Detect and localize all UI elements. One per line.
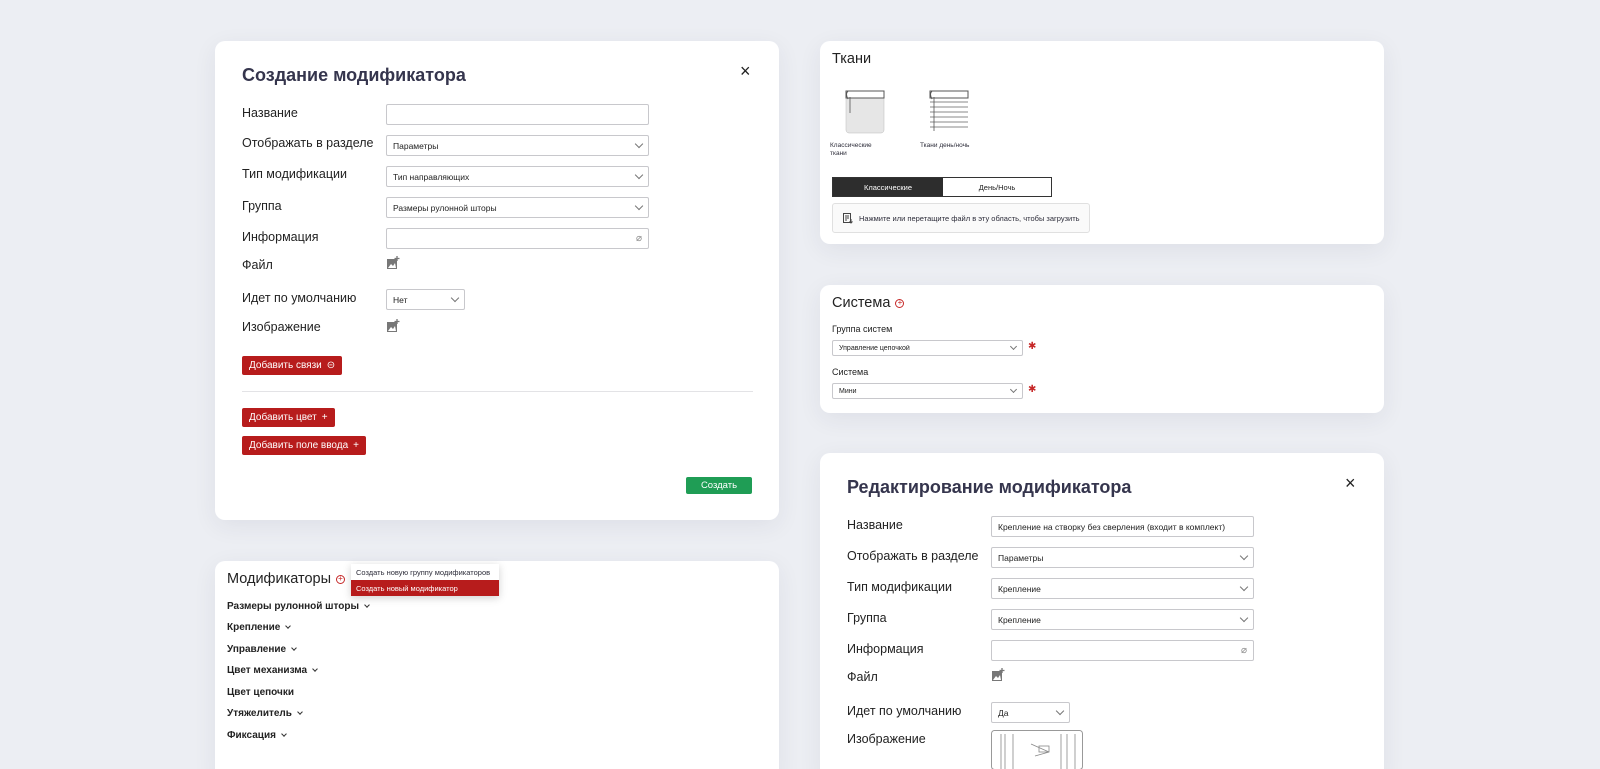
gear-icon[interactable]: ✱ xyxy=(1028,342,1036,352)
chevron-down-icon xyxy=(1239,613,1249,623)
modal-title: Редактирование модификатора xyxy=(847,477,1132,497)
edit-modifier-modal: Редактирование модификатора × Название К… xyxy=(820,453,1384,769)
plus-icon: + xyxy=(321,412,328,423)
add-image-icon[interactable] xyxy=(386,256,400,270)
fabric-tabs: Классические День/Ночь xyxy=(832,177,1052,197)
add-modifier-menu: Создать новую группу модификаторов Созда… xyxy=(351,564,499,596)
system-group-select[interactable]: Управление цепочкой xyxy=(832,340,1023,356)
paperclip-icon[interactable]: ⌀ xyxy=(636,233,642,244)
close-icon[interactable]: × xyxy=(1345,474,1356,492)
chevron-down-icon xyxy=(297,709,303,715)
fabrics-card: Ткани Классические ткани Ткани день/ночь… xyxy=(820,41,1384,244)
menu-item-new-modifier[interactable]: Создать новый модификатор xyxy=(351,580,499,596)
group-label: Группа xyxy=(847,611,887,625)
add-image-icon[interactable] xyxy=(386,319,400,333)
type-label: Тип модификации xyxy=(847,580,952,594)
fabric-option-label: Ткани день/ночь xyxy=(920,142,970,149)
add-image-icon[interactable] xyxy=(991,668,1005,682)
chevron-down-icon xyxy=(291,645,297,651)
type-label: Тип модификации xyxy=(242,167,347,181)
classic-fabric-icon xyxy=(845,90,885,134)
day-night-fabric-icon xyxy=(929,90,969,131)
fabric-option-classic[interactable]: Классические ткани xyxy=(830,87,890,159)
tab-day-night[interactable]: День/Ночь xyxy=(943,178,1051,196)
group-select[interactable]: Крепление xyxy=(991,609,1254,630)
chevron-down-icon xyxy=(312,666,318,672)
info-input[interactable]: ⌀ xyxy=(386,228,649,249)
chevron-down-icon xyxy=(634,170,644,180)
system-group-label: Группа систем xyxy=(832,324,893,334)
chevron-down-icon xyxy=(1009,342,1018,351)
modifier-group-item[interactable]: Управление xyxy=(227,644,297,655)
chevron-down-icon xyxy=(634,139,644,149)
close-icon[interactable]: × xyxy=(740,62,751,80)
info-label: Информация xyxy=(847,642,924,656)
modifier-group-item[interactable]: Утяжелитель xyxy=(227,708,303,719)
menu-item-new-group[interactable]: Создать новую группу модификаторов xyxy=(351,564,499,580)
modifier-group-item[interactable]: Крепление xyxy=(227,622,292,633)
modifier-group-item[interactable]: Цвет цепочки xyxy=(227,687,294,698)
modifier-group-item[interactable]: Цвет механизма xyxy=(227,665,318,676)
modifiers-title: Модификаторы + xyxy=(227,571,346,587)
name-input[interactable]: Крепление на створку без сверления (вход… xyxy=(991,516,1254,537)
section-select[interactable]: Параметры xyxy=(991,547,1254,568)
info-input[interactable]: ⌀ xyxy=(991,640,1254,661)
chevron-down-icon xyxy=(364,602,370,608)
default-label: Идет по умолчанию xyxy=(847,704,962,718)
name-input[interactable] xyxy=(386,104,649,125)
fabric-option-label: Классические ткани xyxy=(830,142,872,158)
type-select[interactable]: Тип направляющих xyxy=(386,166,649,187)
file-label: Файл xyxy=(242,258,273,272)
create-button[interactable]: Создать xyxy=(686,477,752,494)
add-system-icon[interactable]: + xyxy=(895,298,905,308)
type-select[interactable]: Крепление xyxy=(991,578,1254,599)
chevron-down-icon xyxy=(281,731,287,737)
link-icon: ⊝ xyxy=(326,360,336,371)
plus-icon: + xyxy=(353,440,359,451)
chevron-down-icon xyxy=(1055,706,1065,716)
group-select[interactable]: Размеры рулонной шторы xyxy=(386,197,649,218)
default-select[interactable]: Да xyxy=(991,702,1070,723)
image-label: Изображение xyxy=(847,732,926,746)
section-label: Отображать в разделе xyxy=(847,549,979,563)
fabric-option-day-night[interactable]: Ткани день/ночь xyxy=(920,87,980,149)
default-select[interactable]: Нет xyxy=(386,289,465,310)
system-card: Система + Группа систем Управление цепочк… xyxy=(820,285,1384,413)
chevron-down-icon xyxy=(634,201,644,211)
info-label: Информация xyxy=(242,230,319,244)
chevron-down-icon xyxy=(1239,582,1249,592)
divider xyxy=(242,391,753,392)
add-links-button[interactable]: Добавить связи ⊝ xyxy=(242,356,343,375)
modifier-group-item[interactable]: Фиксация xyxy=(227,730,287,741)
system-title: Система + xyxy=(832,295,905,311)
chevron-down-icon xyxy=(1239,551,1249,561)
name-label: Название xyxy=(242,106,298,120)
add-color-button[interactable]: Добавить цвет + xyxy=(242,408,335,427)
section-label: Отображать в разделе xyxy=(242,136,374,150)
section-select[interactable]: Параметры xyxy=(386,135,649,156)
modifier-group-item[interactable]: Размеры рулонной шторы xyxy=(227,601,370,612)
chevron-down-icon xyxy=(285,623,292,629)
create-modifier-modal: Создание модификатора × Название Отображ… xyxy=(215,41,779,520)
modal-title: Создание модификатора xyxy=(242,65,466,85)
tab-classic[interactable]: Классические xyxy=(833,178,943,196)
fabrics-title: Ткани xyxy=(832,51,872,67)
chevron-down-icon xyxy=(1009,385,1018,394)
image-label: Изображение xyxy=(242,320,321,334)
default-label: Идет по умолчанию xyxy=(242,291,357,305)
upload-dropzone[interactable]: Нажмите или перетащите файл в эту област… xyxy=(832,203,1090,233)
file-label: Файл xyxy=(847,670,878,684)
add-input-field-button[interactable]: Добавить поле ввода + xyxy=(242,436,366,455)
modifier-image-thumbnail[interactable] xyxy=(991,730,1083,769)
upload-hint: Нажмите или перетащите файл в эту област… xyxy=(859,213,1080,223)
upload-file-icon xyxy=(843,212,853,224)
system-label: Система xyxy=(832,367,869,377)
name-label: Название xyxy=(847,518,903,532)
gear-icon[interactable]: ✱ xyxy=(1028,385,1036,395)
paperclip-icon[interactable]: ⌀ xyxy=(1241,645,1247,656)
system-select[interactable]: Мини xyxy=(832,383,1023,399)
group-label: Группа xyxy=(242,199,282,213)
chevron-down-icon xyxy=(450,293,460,303)
add-modifier-icon[interactable]: + xyxy=(336,574,346,584)
